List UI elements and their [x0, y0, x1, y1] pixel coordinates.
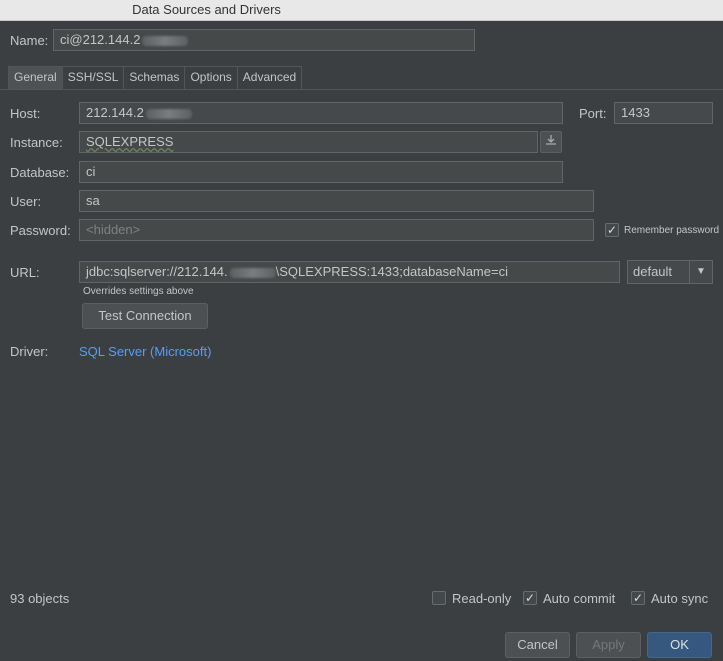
instance-value: SQLEXPRESS: [86, 134, 174, 149]
read-only-checkbox[interactable]: [432, 591, 446, 605]
ok-button[interactable]: OK: [647, 632, 712, 658]
objects-count: 93 objects: [10, 591, 70, 606]
checkmark-icon: ✓: [524, 591, 536, 605]
redacted-blur: [229, 267, 276, 278]
user-label: User:: [10, 194, 42, 209]
instance-label: Instance:: [10, 135, 63, 150]
name-value: ci@212.144.2: [60, 32, 141, 47]
port-field[interactable]: 1433: [614, 102, 713, 124]
name-field[interactable]: ci@212.144.2: [53, 29, 475, 51]
tab-ssh-ssl[interactable]: SSH/SSL: [61, 66, 125, 89]
remember-password-label: Remember password: [624, 225, 720, 236]
url-hint: Overrides settings above: [83, 286, 194, 297]
url-mode-value: default: [633, 264, 673, 279]
host-label: Host:: [10, 106, 41, 121]
tab-bar: General SSH/SSL Schemas Options Advanced: [8, 66, 303, 89]
chevron-down-icon: ▼: [689, 261, 712, 283]
port-label: Port:: [579, 106, 607, 121]
apply-button[interactable]: Apply: [576, 632, 641, 658]
download-icon[interactable]: [540, 131, 562, 153]
url-mode-dropdown[interactable]: default ▼: [627, 260, 713, 284]
host-field[interactable]: 212.144.2: [79, 102, 563, 124]
remember-password-checkbox[interactable]: ✓: [605, 223, 619, 237]
host-value: 212.144.2: [86, 105, 144, 120]
name-label: Name:: [10, 33, 49, 48]
redacted-blur: [145, 108, 192, 119]
tab-advanced[interactable]: Advanced: [236, 66, 303, 89]
url-value-prefix: jdbc:sqlserver://212.144.: [86, 264, 228, 279]
download-icon-glyph: [546, 135, 556, 145]
auto-sync-label: Auto sync: [651, 591, 709, 606]
auto-commit-checkbox[interactable]: ✓: [523, 591, 537, 605]
tab-options[interactable]: Options: [184, 66, 238, 89]
url-label: URL:: [10, 265, 40, 280]
password-label: Password:: [10, 223, 71, 238]
checkmark-icon: ✓: [632, 591, 644, 605]
database-label: Database:: [10, 165, 70, 180]
password-field[interactable]: <hidden>: [79, 219, 594, 241]
database-field[interactable]: ci: [79, 161, 563, 183]
tab-general[interactable]: General: [8, 66, 63, 89]
driver-link[interactable]: SQL Server (Microsoft): [79, 344, 211, 359]
test-connection-button[interactable]: Test Connection: [82, 303, 208, 329]
redacted-blur: [142, 35, 189, 46]
tab-divider: [0, 89, 723, 90]
auto-commit-label: Auto commit: [543, 591, 616, 606]
url-value-suffix: \SQLEXPRESS:1433;databaseName=ci: [275, 264, 508, 279]
title-bar: Data Sources and Drivers: [0, 0, 723, 21]
instance-field[interactable]: SQLEXPRESS: [79, 131, 538, 153]
tab-schemas[interactable]: Schemas: [123, 66, 186, 89]
window-title: Data Sources and Drivers: [132, 2, 281, 17]
auto-sync-checkbox[interactable]: ✓: [631, 591, 645, 605]
url-field[interactable]: jdbc:sqlserver://212.144. \SQLEXPRESS:143…: [79, 261, 620, 283]
driver-label: Driver:: [10, 344, 49, 359]
checkmark-icon: ✓: [606, 223, 618, 237]
cancel-button[interactable]: Cancel: [505, 632, 570, 658]
user-field[interactable]: sa: [79, 190, 594, 212]
read-only-label: Read-only: [452, 591, 512, 606]
